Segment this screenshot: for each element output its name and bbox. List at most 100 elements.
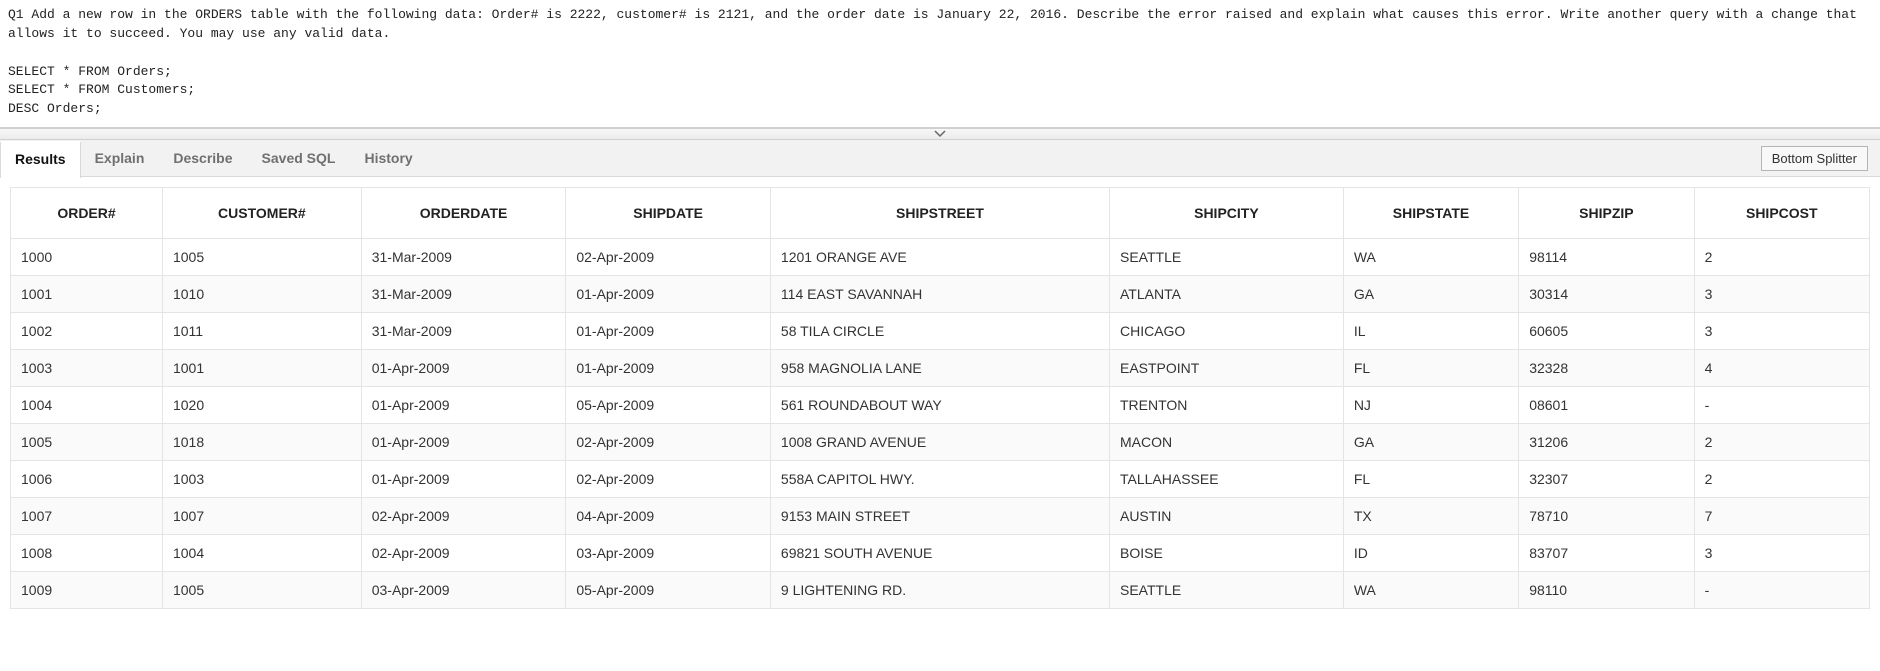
cell: 98114 xyxy=(1519,239,1694,276)
col-shipcost[interactable]: SHIPCOST xyxy=(1694,188,1869,239)
editor-results-splitter[interactable] xyxy=(0,128,1880,140)
cell: 114 EAST SAVANNAH xyxy=(770,276,1109,313)
table-row[interactable]: 1008100402-Apr-200903-Apr-200969821 SOUT… xyxy=(11,535,1870,572)
cell: 3 xyxy=(1694,276,1869,313)
cell: 08601 xyxy=(1519,387,1694,424)
cell: 01-Apr-2009 xyxy=(566,313,771,350)
tab-label: Explain xyxy=(95,150,145,166)
bottom-splitter-button[interactable]: Bottom Splitter xyxy=(1761,146,1868,171)
col-orderdate[interactable]: ORDERDATE xyxy=(361,188,566,239)
cell: 1000 xyxy=(11,239,163,276)
col-shipstate[interactable]: SHIPSTATE xyxy=(1343,188,1518,239)
table-row[interactable]: 1007100702-Apr-200904-Apr-20099153 MAIN … xyxy=(11,498,1870,535)
cell: WA xyxy=(1343,239,1518,276)
cell: SEATTLE xyxy=(1109,239,1343,276)
col-shipdate[interactable]: SHIPDATE xyxy=(566,188,771,239)
tab-describe[interactable]: Describe xyxy=(159,140,247,176)
cell: 98110 xyxy=(1519,572,1694,609)
cell: 01-Apr-2009 xyxy=(566,350,771,387)
cell: 1007 xyxy=(162,498,361,535)
cell: ID xyxy=(1343,535,1518,572)
cell: 01-Apr-2009 xyxy=(361,424,566,461)
results-tabs: Results Explain Describe Saved SQL Histo… xyxy=(0,140,1880,177)
cell: - xyxy=(1694,387,1869,424)
cell: 9 LIGHTENING RD. xyxy=(770,572,1109,609)
table-row[interactable]: 1009100503-Apr-200905-Apr-20099 LIGHTENI… xyxy=(11,572,1870,609)
col-shipcity[interactable]: SHIPCITY xyxy=(1109,188,1343,239)
cell: 561 ROUNDABOUT WAY xyxy=(770,387,1109,424)
cell: 02-Apr-2009 xyxy=(566,239,771,276)
cell: TX xyxy=(1343,498,1518,535)
cell: 1005 xyxy=(11,424,163,461)
bottom-splitter-label: Bottom Splitter xyxy=(1772,151,1857,166)
cell: NJ xyxy=(1343,387,1518,424)
col-order[interactable]: ORDER# xyxy=(11,188,163,239)
cell: GA xyxy=(1343,424,1518,461)
col-shipstreet[interactable]: SHIPSTREET xyxy=(770,188,1109,239)
sql-editor-line: SELECT * FROM Customers; xyxy=(8,82,195,97)
cell: 558A CAPITOL HWY. xyxy=(770,461,1109,498)
cell: 02-Apr-2009 xyxy=(361,535,566,572)
cell: 1003 xyxy=(162,461,361,498)
cell: 958 MAGNOLIA LANE xyxy=(770,350,1109,387)
tab-label: Describe xyxy=(173,150,232,166)
table-row[interactable]: 1000100531-Mar-200902-Apr-20091201 ORANG… xyxy=(11,239,1870,276)
col-shipzip[interactable]: SHIPZIP xyxy=(1519,188,1694,239)
cell: 2 xyxy=(1694,239,1869,276)
tab-label: Results xyxy=(15,151,66,167)
cell: 31-Mar-2009 xyxy=(361,239,566,276)
table-row[interactable]: 1006100301-Apr-200902-Apr-2009558A CAPIT… xyxy=(11,461,1870,498)
tab-history[interactable]: History xyxy=(350,140,427,176)
tab-label: History xyxy=(364,150,412,166)
table-header-row: ORDER# CUSTOMER# ORDERDATE SHIPDATE SHIP… xyxy=(11,188,1870,239)
cell: 1201 ORANGE AVE xyxy=(770,239,1109,276)
table-row[interactable]: 1005101801-Apr-200902-Apr-20091008 GRAND… xyxy=(11,424,1870,461)
cell: 1004 xyxy=(162,535,361,572)
cell: 32307 xyxy=(1519,461,1694,498)
cell: 1011 xyxy=(162,313,361,350)
tab-saved-sql[interactable]: Saved SQL xyxy=(248,140,351,176)
cell: 1005 xyxy=(162,239,361,276)
table-row[interactable]: 1002101131-Mar-200901-Apr-200958 TILA CI… xyxy=(11,313,1870,350)
cell: 4 xyxy=(1694,350,1869,387)
cell: 69821 SOUTH AVENUE xyxy=(770,535,1109,572)
cell: 01-Apr-2009 xyxy=(361,387,566,424)
tab-label: Saved SQL xyxy=(262,150,336,166)
cell: 1006 xyxy=(11,461,163,498)
col-customer[interactable]: CUSTOMER# xyxy=(162,188,361,239)
table-row[interactable]: 1001101031-Mar-200901-Apr-2009114 EAST S… xyxy=(11,276,1870,313)
tab-results[interactable]: Results xyxy=(0,141,81,178)
results-grid-wrapper: ORDER# CUSTOMER# ORDERDATE SHIPDATE SHIP… xyxy=(0,177,1880,609)
cell: 03-Apr-2009 xyxy=(361,572,566,609)
cell: 02-Apr-2009 xyxy=(566,424,771,461)
table-row[interactable]: 1003100101-Apr-200901-Apr-2009958 MAGNOL… xyxy=(11,350,1870,387)
cell: 01-Apr-2009 xyxy=(361,350,566,387)
cell: 1009 xyxy=(11,572,163,609)
cell: 05-Apr-2009 xyxy=(566,572,771,609)
cell: EASTPOINT xyxy=(1109,350,1343,387)
cell: - xyxy=(1694,572,1869,609)
cell: AUSTIN xyxy=(1109,498,1343,535)
cell: 1001 xyxy=(162,350,361,387)
cell: 02-Apr-2009 xyxy=(566,461,771,498)
cell: GA xyxy=(1343,276,1518,313)
cell: 1002 xyxy=(11,313,163,350)
sql-editor-line: Q1 Add a new row in the ORDERS table wit… xyxy=(8,7,1865,41)
cell: 1007 xyxy=(11,498,163,535)
cell: 1018 xyxy=(162,424,361,461)
cell: 1005 xyxy=(162,572,361,609)
cell: 78710 xyxy=(1519,498,1694,535)
sql-editor-line: SELECT * FROM Orders; xyxy=(8,64,172,79)
cell: 32328 xyxy=(1519,350,1694,387)
cell: BOISE xyxy=(1109,535,1343,572)
cell: ATLANTA xyxy=(1109,276,1343,313)
sql-editor[interactable]: Q1 Add a new row in the ORDERS table wit… xyxy=(0,0,1880,128)
cell: 31-Mar-2009 xyxy=(361,276,566,313)
cell: FL xyxy=(1343,461,1518,498)
table-row[interactable]: 1004102001-Apr-200905-Apr-2009561 ROUNDA… xyxy=(11,387,1870,424)
tab-explain[interactable]: Explain xyxy=(81,140,160,176)
cell: TALLAHASSEE xyxy=(1109,461,1343,498)
cell: 01-Apr-2009 xyxy=(361,461,566,498)
sql-editor-line: DESC Orders; xyxy=(8,101,102,116)
cell: 1010 xyxy=(162,276,361,313)
